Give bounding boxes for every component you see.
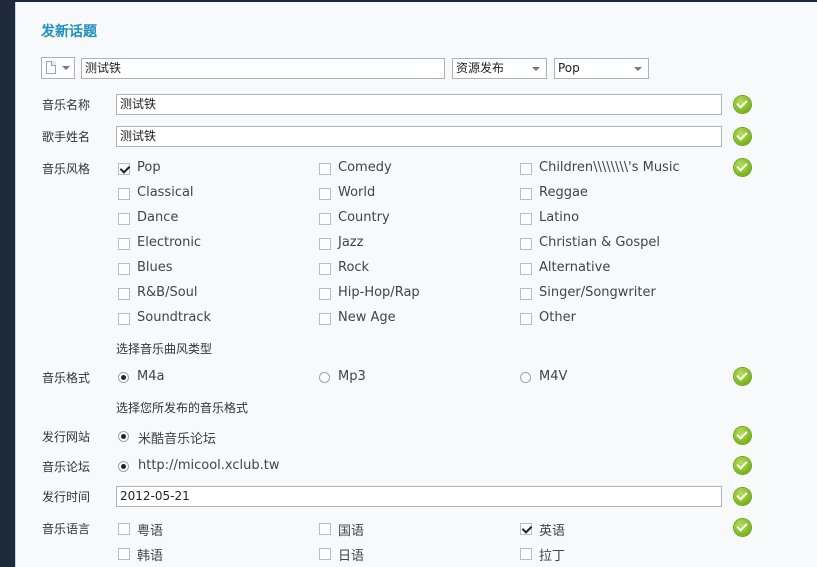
new-topic-panel: 发新话题 测试铁 资源发布 Pop 音乐名称 测试铁 歌手姓名 测试铁 音乐风格… (15, 2, 817, 567)
subject-input[interactable]: 测试铁 (81, 58, 445, 79)
music-style-option-label: Country (338, 210, 390, 225)
check-circle-icon (734, 427, 751, 444)
music-style-option-label: Singer/Songwriter (539, 285, 656, 300)
music-style-option-label: Dance (137, 210, 179, 225)
music-style-checkbox[interactable] (118, 313, 130, 325)
music-style-checkbox[interactable] (319, 313, 331, 325)
music-style-checkbox[interactable] (118, 163, 130, 175)
music-style-option-label: Soundtrack (137, 310, 212, 325)
music-forum-option: http://micool.xclub.tw (138, 458, 280, 473)
music-format-option-label: M4V (539, 369, 568, 384)
music-language-checkbox[interactable] (118, 523, 130, 535)
check-circle-icon (734, 128, 751, 145)
music-name-input[interactable]: 测试铁 (116, 94, 722, 115)
music-style-option-label: Other (539, 310, 576, 325)
music-style-option-label: Blues (137, 260, 173, 275)
music-language-checkbox[interactable] (319, 523, 331, 535)
chevron-down-icon (62, 66, 70, 70)
music-language-label: 音乐语言 (42, 522, 91, 536)
music-style-checkbox[interactable] (319, 263, 331, 275)
music-style-option-label: R&B/Soul (137, 285, 198, 300)
check-circle-icon (734, 519, 751, 536)
music-style-option-label: Christian & Gospel (539, 235, 661, 250)
music-style-checkbox[interactable] (319, 213, 331, 225)
music-style-option-label: Rock (338, 260, 370, 275)
check-circle-icon (734, 457, 751, 474)
release-date-label: 发行时间 (42, 490, 91, 504)
music-format-radio[interactable] (520, 372, 531, 383)
music-format-hint: 选择您所发布的音乐格式 (116, 401, 249, 415)
music-format-option-label: M4a (137, 369, 165, 384)
chevron-down-icon (634, 67, 642, 71)
page-title: 发新话题 (41, 24, 97, 40)
music-language-option-label: 韩语 (137, 549, 164, 564)
music-language-checkbox[interactable] (520, 548, 532, 560)
music-language-option-label: 拉丁 (539, 549, 566, 564)
music-style-option-label: Comedy (338, 160, 392, 175)
music-style-checkbox[interactable] (118, 238, 130, 250)
music-language-option-label: 国语 (338, 524, 365, 539)
singer-name-input[interactable]: 测试铁 (116, 126, 722, 147)
music-format-radio[interactable] (319, 372, 330, 383)
music-style-option-label: Hip-Hop/Rap (338, 285, 420, 300)
music-style-checkbox[interactable] (319, 163, 331, 175)
check-circle-icon (734, 368, 751, 385)
music-style-checkbox[interactable] (319, 288, 331, 300)
music-style-checkbox[interactable] (520, 213, 532, 225)
music-style-checkbox[interactable] (520, 313, 532, 325)
post-icon-select[interactable] (41, 57, 75, 79)
music-style-checkbox[interactable] (520, 263, 532, 275)
check-circle-icon (734, 159, 751, 176)
category-select-value: 资源发布 (456, 61, 505, 75)
music-style-option-label: Pop (137, 160, 161, 175)
genre-select[interactable]: Pop (554, 58, 649, 79)
music-style-checkbox[interactable] (118, 288, 130, 300)
music-style-checkbox[interactable] (520, 188, 532, 200)
music-style-checkbox[interactable] (520, 288, 532, 300)
music-forum-label: 音乐论坛 (42, 460, 91, 474)
music-style-checkbox[interactable] (319, 238, 331, 250)
singer-name-label: 歌手姓名 (42, 130, 91, 144)
music-style-option-label: Latino (539, 210, 580, 225)
music-style-option-label: Classical (137, 185, 194, 200)
music-style-option-label: New Age (338, 310, 396, 325)
music-forum-radio[interactable] (118, 461, 129, 472)
music-format-option-label: Mp3 (338, 369, 366, 384)
music-style-option-label: World (338, 185, 376, 200)
music-style-checkbox[interactable] (520, 238, 532, 250)
music-style-option-label: Electronic (137, 235, 202, 250)
document-icon (46, 61, 56, 74)
music-style-checkbox[interactable] (319, 188, 331, 200)
release-site-option: 米酷音乐论坛 (138, 432, 217, 447)
category-select[interactable]: 资源发布 (452, 58, 547, 79)
release-site-label: 发行网站 (42, 430, 91, 444)
check-circle-icon (734, 488, 751, 505)
music-style-checkbox[interactable] (118, 263, 130, 275)
music-language-option-label: 粤语 (137, 524, 164, 539)
release-date-input[interactable]: 2012-05-21 (116, 486, 722, 507)
music-style-checkbox[interactable] (118, 188, 130, 200)
music-language-option-label: 日语 (338, 549, 365, 564)
music-style-label: 音乐风格 (42, 162, 91, 176)
chevron-down-icon (532, 67, 540, 71)
music-name-label: 音乐名称 (42, 98, 91, 112)
music-format-label: 音乐格式 (42, 371, 91, 385)
release-site-radio[interactable] (118, 431, 129, 442)
music-format-radio[interactable] (118, 372, 129, 383)
music-style-option-label: Jazz (338, 235, 364, 250)
music-language-checkbox[interactable] (118, 548, 130, 560)
music-language-option-label: 英语 (539, 524, 566, 539)
music-style-checkbox[interactable] (520, 163, 532, 175)
music-style-option-label: Alternative (539, 260, 611, 275)
music-language-checkbox[interactable] (319, 548, 331, 560)
check-circle-icon (734, 96, 751, 113)
music-style-option-label: Reggae (539, 185, 588, 200)
music-language-checkbox[interactable] (520, 523, 532, 535)
genre-select-value: Pop (558, 61, 580, 75)
music-style-option-label: Children\\\\\\\\'s Music (539, 160, 680, 175)
music-style-hint: 选择音乐曲风类型 (116, 342, 213, 356)
music-style-checkbox[interactable] (118, 213, 130, 225)
